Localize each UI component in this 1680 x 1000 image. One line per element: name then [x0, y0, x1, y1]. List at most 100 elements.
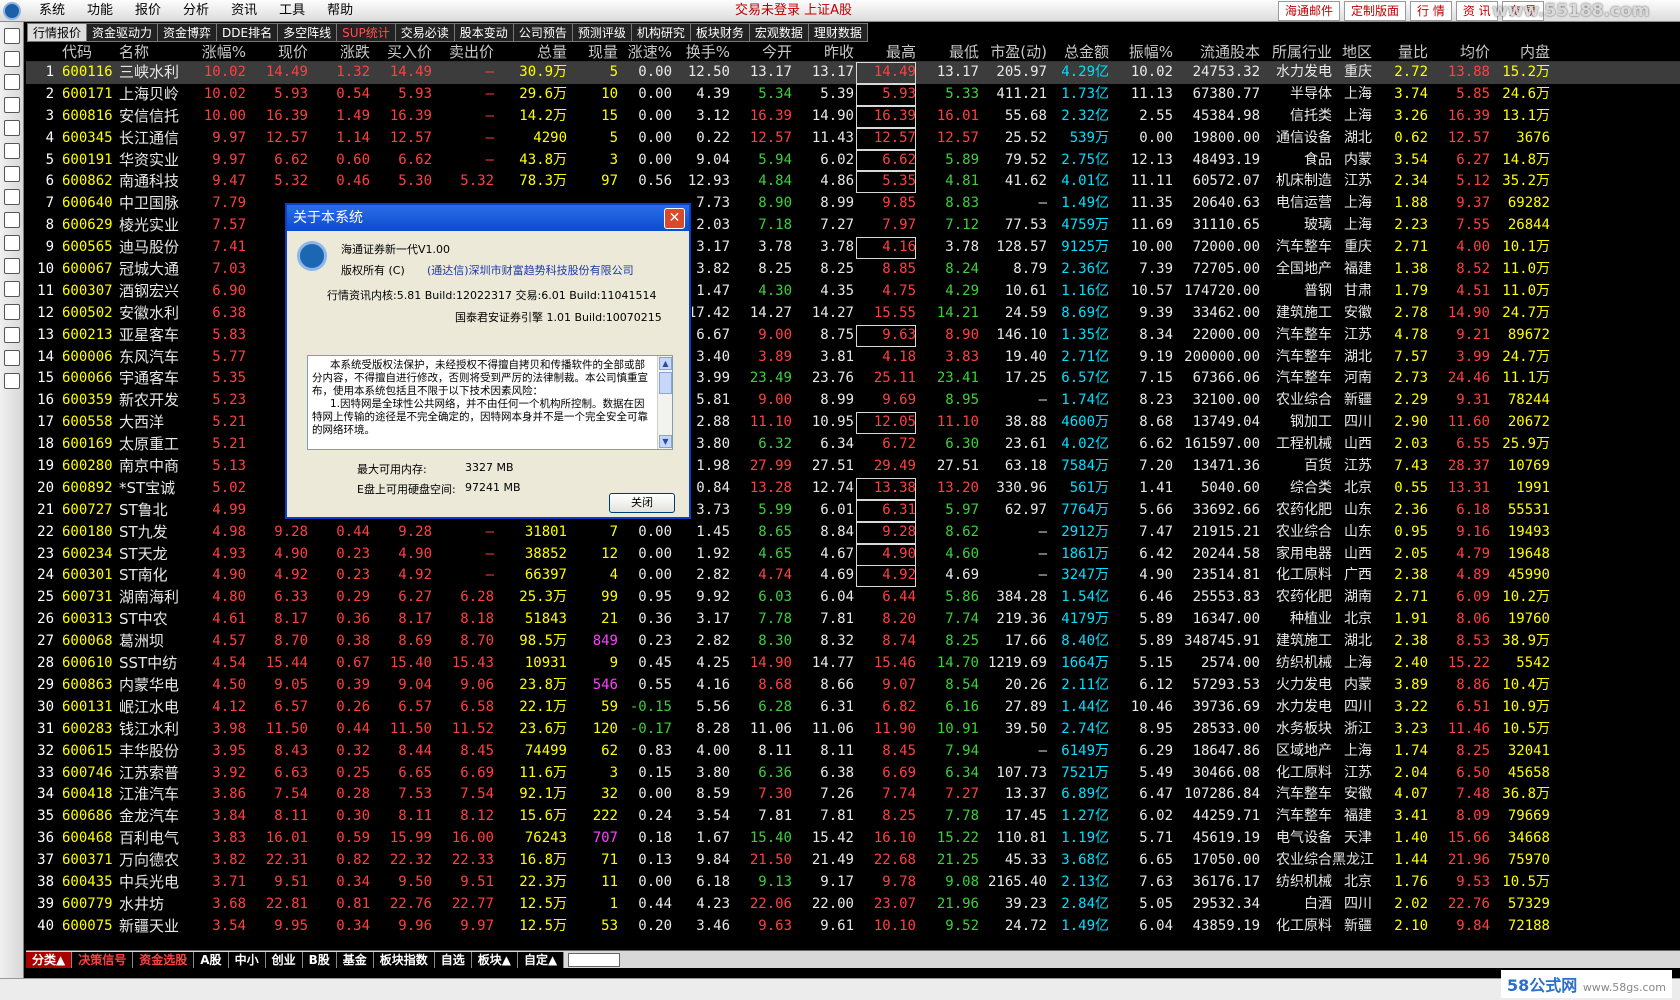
- column-header-8[interactable]: 总量: [497, 42, 567, 62]
- table-row[interactable]: 19 600280 南京中商 5.13 1.98 27.99 27.51 29.49 27.51…: [26, 456, 1680, 478]
- quote-icon[interactable]: [4, 28, 20, 44]
- table-row[interactable]: 18 600169 太原重工 5.21 3.80 6.32 6.34 6.72 6.30 23.6…: [26, 434, 1680, 456]
- dialog-close-icon[interactable]: ✕: [664, 208, 685, 229]
- tab-11[interactable]: 板块财务: [690, 23, 750, 42]
- table-row[interactable]: 25 600731 湖南海利 4.80 6.33 0.29 6.27 6.28 25.3万 99 0…: [26, 587, 1680, 609]
- f10-info-icon[interactable]: [4, 235, 20, 251]
- column-header-1[interactable]: 代码: [62, 42, 124, 62]
- table-row[interactable]: 14 600006 东风汽车 5.77 3.40 3.89 3.81 4.18 3.83 19.4…: [26, 347, 1680, 369]
- fin-icon[interactable]: [4, 212, 20, 228]
- table-row[interactable]: 30 600131 岷江水电 4.12 6.57 0.26 6.57 6.58 22.1万 59-…: [26, 697, 1680, 719]
- tab-8[interactable]: 公司预告: [513, 23, 573, 42]
- menu-item-2[interactable]: 报价: [124, 0, 172, 22]
- tab-5[interactable]: SUP统计: [337, 23, 396, 42]
- bottom-tab-8[interactable]: 板块指数: [373, 951, 435, 968]
- table-row[interactable]: 4 600345 长江通信 9.97 12.57 1.14 12.57—4290 5 0.00 0…: [26, 127, 1680, 150]
- tab-3[interactable]: DDE排名: [217, 23, 279, 42]
- table-row[interactable]: 17 600558 大西洋 5.21 2.88 11.10 10.95 12.05 11.10 3…: [26, 412, 1680, 435]
- table-row[interactable]: 5 600191 华资实业 9.97 6.62 0.60 6.62—43.8万 3 0.00 9.…: [26, 149, 1680, 172]
- column-header-21[interactable]: 地区: [1332, 42, 1372, 62]
- etf-icon[interactable]: [4, 350, 20, 366]
- top-button-0[interactable]: 海通邮件: [1278, 1, 1341, 21]
- column-header-3[interactable]: 涨幅%: [176, 42, 246, 62]
- table-row[interactable]: 8 600629 棱光实业 7.57 2.03 7.18 7.27 7.97 7.12 77.53…: [26, 215, 1680, 237]
- f10-icon[interactable]: [4, 120, 20, 136]
- table-row[interactable]: 40 600075 新疆天业 3.54 9.95 0.34 9.96 9.97 12.5万 53 0…: [26, 916, 1680, 938]
- table-row[interactable]: 6 600862 南通科技 9.47 5.32 0.46 5.30 5.32 78.3万 97 0.…: [26, 171, 1680, 194]
- table-row[interactable]: 21 600727 ST鲁北 4.99 3.73 5.99 6.01 6.31 5.97 62.9…: [26, 499, 1680, 522]
- top-button-1[interactable]: 定制版面: [1344, 1, 1407, 21]
- column-header-11[interactable]: 换手%: [674, 42, 730, 62]
- horizontal-scrollbar[interactable]: [568, 952, 621, 967]
- dialog-license-text[interactable]: 本系统受版权法保护，未经授权不得擅自拷贝和传播软件的全部或部分内容，不得擅自进行…: [307, 355, 673, 450]
- export-icon[interactable]: [4, 373, 20, 389]
- column-header-17[interactable]: 总金额: [1049, 42, 1109, 62]
- table-row[interactable]: 36 600468 百利电气 3.83 16.01 0.59 15.99 16.00 76243…: [26, 828, 1680, 850]
- table-row[interactable]: 24 600301 ST南化 4.90 4.92 0.23 4.92—66397 4 0.00 2…: [26, 565, 1680, 588]
- column-header-22[interactable]: 量比: [1374, 42, 1428, 62]
- table-row[interactable]: 13 600213 亚星客车 5.83 6.67 9.00 8.75 9.63 8.90 146.…: [26, 324, 1680, 347]
- bottom-tab-2[interactable]: 资金选股: [133, 951, 195, 968]
- lock-icon[interactable]: [4, 189, 20, 205]
- search-icon[interactable]: [4, 258, 20, 274]
- report-icon[interactable]: [4, 143, 20, 159]
- bottom-tab-5[interactable]: 创业: [265, 951, 303, 968]
- scroll-down-icon[interactable]: ▼: [659, 435, 672, 448]
- table-row[interactable]: 35 600686 金龙汽车 3.84 8.11 0.30 8.11 8.12 15.6万 222…: [26, 806, 1680, 828]
- column-header-13[interactable]: 昨收: [794, 42, 854, 62]
- table-row[interactable]: 11 600307 酒钢宏兴 6.90 1.47 4.30 4.35 4.75 4.29 10.6…: [26, 281, 1680, 303]
- column-header-5[interactable]: 涨跌: [310, 42, 370, 62]
- column-header-10[interactable]: 涨速%: [620, 42, 672, 62]
- menu-item-4[interactable]: 资讯: [220, 0, 268, 22]
- table-row[interactable]: 7 600640 中卫国脉 7.79 7.73 8.90 8.99 9.85 8.83—1.49…: [26, 193, 1680, 215]
- tab-12[interactable]: 宏观数据: [749, 23, 809, 42]
- table-row[interactable]: 32 600615 丰华股份 3.95 8.43 0.32 8.44 8.45 74499 62 0…: [26, 741, 1680, 763]
- column-header-19[interactable]: 流通股本: [1175, 42, 1260, 62]
- tab-0[interactable]: 行情报价: [27, 23, 88, 42]
- table-row[interactable]: 27 600068 葛洲坝 4.57 8.70 0.38 8.69 8.70 98.5万 849 0…: [26, 631, 1680, 653]
- info-icon[interactable]: [4, 166, 20, 182]
- table-row[interactable]: 28 600610 SST中纺 4.54 15.44 0.67 15.40 15.43 1093…: [26, 653, 1680, 675]
- table-row[interactable]: 2 600171 上海贝岭 10.02 5.93 0.54 5.93—29.6万 10 0.00…: [26, 83, 1680, 106]
- table-row[interactable]: 34 600418 江淮汽车 3.86 7.54 0.28 7.53 7.54 92.1万 32 0…: [26, 784, 1680, 806]
- table-row[interactable]: 29 600863 内蒙华电 4.50 9.05 0.39 9.04 9.06 23.8万 546…: [26, 675, 1680, 697]
- bottom-tab-10[interactable]: 板块▲: [471, 951, 519, 968]
- scroll-thumb[interactable]: [659, 372, 672, 394]
- table-row[interactable]: 33 600746 江苏索普 3.92 6.63 0.25 6.65 6.69 11.6万 3 0.…: [26, 763, 1680, 785]
- bottom-tab-7[interactable]: 基金: [336, 951, 374, 968]
- table-row[interactable]: 38 600435 中兵光电 3.71 9.51 0.34 9.50 9.51 22.3万 11 0…: [26, 872, 1680, 894]
- dialog-close-button[interactable]: 关闭: [609, 493, 675, 513]
- folder-icon[interactable]: [4, 281, 20, 297]
- table-row[interactable]: 31 600283 钱江水利 3.98 11.50 0.44 11.50 11.52 23.6万…: [26, 719, 1680, 741]
- tab-2[interactable]: 资金博弈: [158, 23, 218, 42]
- table-row[interactable]: 3 600816 安信信托 10.00 16.39 1.49 16.39—14.2万 15 0.…: [26, 105, 1680, 128]
- tab-7[interactable]: 股本变动: [454, 23, 514, 42]
- column-header-15[interactable]: 最低: [919, 42, 979, 62]
- menu-item-1[interactable]: 功能: [76, 0, 124, 22]
- menu-item-3[interactable]: 分析: [172, 0, 220, 22]
- column-header-4[interactable]: 现价: [248, 42, 308, 62]
- table-row[interactable]: 9 600565 迪马股份 7.41 3.17 3.78 3.78 4.16 3.78 128.5…: [26, 237, 1680, 260]
- bottom-tab-6[interactable]: B股: [302, 951, 337, 968]
- column-header-9[interactable]: 现量: [568, 42, 618, 62]
- bottom-tab-9[interactable]: 自选: [434, 951, 472, 968]
- bottom-tab-4[interactable]: 中小: [228, 951, 266, 968]
- table-row[interactable]: 16 600359 新农开发 5.23 5.81 9.00 8.99 9.69 8.95—1.7…: [26, 390, 1680, 412]
- scroll-up-icon[interactable]: ▲: [659, 357, 672, 370]
- tab-4[interactable]: 多空阵线: [278, 23, 338, 42]
- top-button-2[interactable]: 行 情: [1410, 1, 1452, 21]
- settings-icon[interactable]: [4, 327, 20, 343]
- menu-item-5[interactable]: 工具: [268, 0, 316, 22]
- bottom-tab-0[interactable]: 分类▲: [26, 951, 73, 968]
- column-header-16[interactable]: 市盈(动): [981, 42, 1047, 62]
- table-row[interactable]: 37 600371 万向德农 3.82 22.31 0.82 22.32 22.33 16.8万…: [26, 850, 1680, 872]
- column-header-6[interactable]: 买入价: [372, 42, 432, 62]
- tab-9[interactable]: 预测评级: [572, 23, 632, 42]
- kline-icon[interactable]: [4, 97, 20, 113]
- table-row[interactable]: 22 600180 ST九发 4.98 9.28 0.44 9.28—31801 7 0.00 1…: [26, 521, 1680, 544]
- tab-6[interactable]: 交易必读: [395, 23, 455, 42]
- column-header-20[interactable]: 所属行业: [1262, 42, 1332, 62]
- column-header-18[interactable]: 振幅%: [1111, 42, 1173, 62]
- bottom-tab-3[interactable]: A股: [194, 951, 229, 968]
- table-row[interactable]: 10 600067 冠城大通 7.03 3.82 8.25 8.25 8.85 8.24 8.79…: [26, 259, 1680, 281]
